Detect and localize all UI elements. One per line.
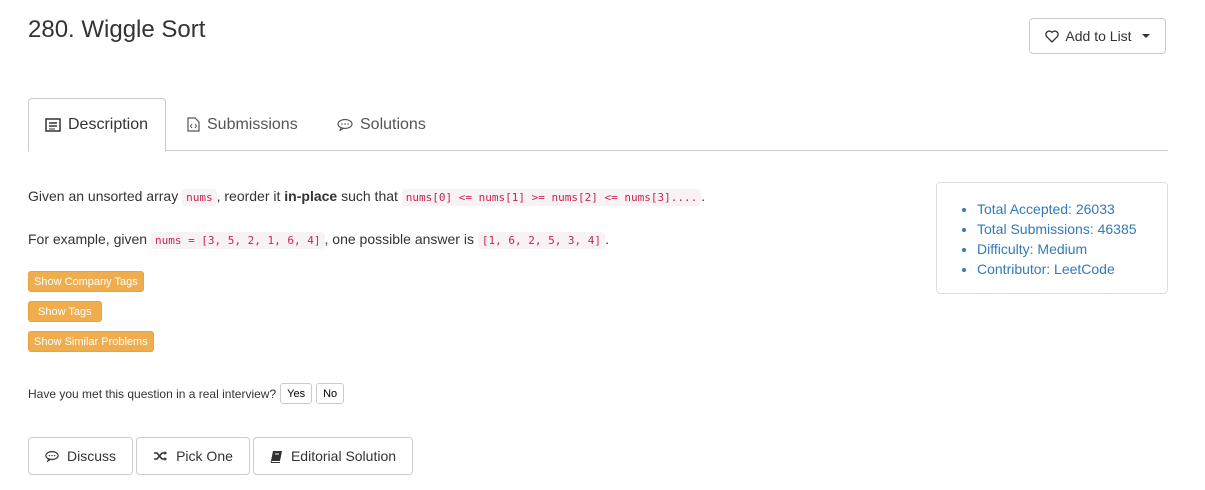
chat-bubble-icon	[337, 118, 353, 131]
tab-solutions-label: Solutions	[360, 115, 426, 133]
page-title: 280. Wiggle Sort	[28, 16, 206, 43]
yes-button[interactable]: Yes	[280, 383, 313, 404]
no-button[interactable]: No	[316, 383, 345, 404]
discuss-label: Discuss	[66, 448, 116, 464]
tab-description-label: Description	[68, 116, 149, 133]
code-snippet: nums[0] <= nums[1] >= nums[2] <= nums[3]…	[401, 189, 702, 206]
total-accepted: Total Accepted: 26033	[977, 199, 1167, 219]
show-similar-problems-button[interactable]: Show Similar Problems	[28, 331, 154, 352]
discuss-button[interactable]: Discuss	[28, 437, 133, 475]
code-snippet: [1, 6, 2, 5, 3, 4]	[477, 232, 606, 249]
code-snippet: nums = [3, 5, 2, 1, 6, 4]	[150, 232, 325, 249]
show-company-tags-button[interactable]: Show Company Tags	[28, 271, 144, 292]
tab-submissions[interactable]: Submissions	[171, 98, 314, 151]
show-tags-button[interactable]: Show Tags	[28, 301, 102, 322]
shuffle-icon	[153, 450, 168, 462]
tab-description[interactable]: Description	[28, 98, 166, 152]
interview-prompt: Have you met this question in a real int…	[28, 383, 345, 404]
interview-question: Have you met this question in a real int…	[28, 386, 277, 401]
chat-bubble-icon	[45, 450, 59, 462]
description-line-2: For example, given nums = [3, 5, 2, 1, 6…	[28, 231, 609, 249]
difficulty: Difficulty: Medium	[977, 239, 1167, 259]
pick-one-button[interactable]: Pick One	[136, 437, 250, 475]
caret-down-icon	[1141, 34, 1150, 38]
heart-icon	[1045, 29, 1060, 43]
editorial-solution-button[interactable]: Editorial Solution	[253, 437, 413, 475]
tab-solutions[interactable]: Solutions	[321, 98, 442, 151]
tab-submissions-label: Submissions	[207, 115, 298, 133]
problem-stats-panel: Total Accepted: 26033 Total Submissions:…	[936, 182, 1168, 294]
contributor: Contributor: LeetCode	[977, 259, 1167, 279]
problem-tabs: Description Submissions Solutions	[28, 98, 1168, 152]
description-line-1: Given an unsorted array nums, reorder it…	[28, 188, 706, 206]
pick-one-label: Pick One	[176, 448, 233, 464]
editorial-solution-label: Editorial Solution	[290, 448, 397, 464]
add-to-list-button[interactable]: Add to List	[1029, 18, 1166, 54]
add-to-list-label: Add to List	[1065, 28, 1132, 44]
code-file-icon	[187, 117, 200, 132]
book-icon	[270, 450, 283, 463]
code-snippet: nums	[182, 189, 217, 206]
total-submissions: Total Submissions: 46385	[977, 219, 1167, 239]
description-icon	[45, 118, 61, 132]
